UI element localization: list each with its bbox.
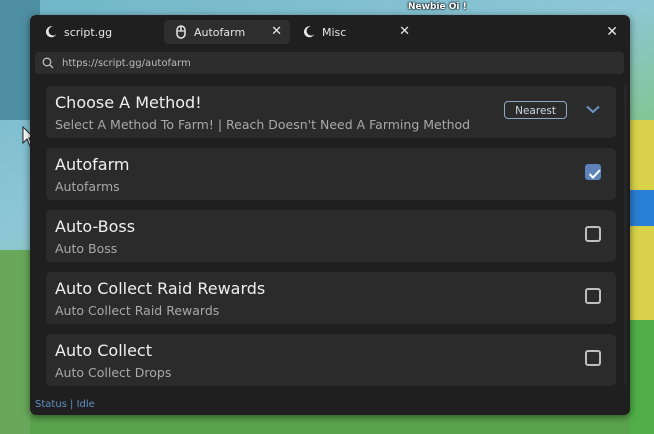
auto-collect-checkbox[interactable] — [585, 350, 601, 366]
row-subtitle: Auto Collect Raid Rewards — [55, 303, 220, 318]
row-subtitle: Select A Method To Farm! | Reach Doesn't… — [55, 117, 471, 132]
tab-label: Misc — [322, 25, 347, 39]
tab-script-gg[interactable]: script.gg — [34, 20, 162, 44]
close-icon[interactable]: ✕ — [271, 24, 282, 40]
tab-misc[interactable]: Misc ✕ — [292, 20, 418, 44]
script-window: script.gg Autofarm ✕ Misc ✕ ✕ https://sc… — [30, 15, 630, 415]
scrollbar[interactable] — [624, 85, 627, 385]
row-subtitle: Autofarms — [55, 179, 120, 194]
search-icon — [42, 57, 54, 69]
row-title: Auto-Boss — [55, 217, 136, 236]
checkmark-icon — [588, 169, 601, 179]
auto-collect-raid-rewards-checkbox[interactable] — [585, 288, 601, 304]
status-text: Status | Idle — [35, 399, 95, 410]
background-scene — [30, 414, 630, 434]
method-dropdown-value[interactable]: Nearest — [504, 101, 567, 119]
chevron-down-icon[interactable] — [586, 105, 600, 114]
url-bar — [35, 52, 624, 74]
row-title: Auto Collect Raid Rewards — [55, 279, 266, 298]
auto-boss-toggle-row[interactable]: Auto-Boss Auto Boss — [46, 210, 616, 262]
player-nametag: Newbie Oi ! — [408, 2, 467, 12]
background-scene — [628, 320, 654, 434]
mouse-icon — [176, 25, 186, 39]
autofarm-checkbox[interactable] — [585, 164, 601, 180]
method-dropdown-row[interactable]: Choose A Method! Select A Method To Farm… — [46, 86, 616, 138]
settings-list: Choose A Method! Select A Method To Farm… — [36, 81, 624, 397]
row-title: Auto Collect — [55, 341, 152, 360]
moon-icon — [45, 26, 57, 38]
background-scene — [628, 190, 654, 226]
background-scene — [0, 250, 30, 434]
row-title: Autofarm — [55, 155, 130, 174]
window-close-button[interactable]: ✕ — [606, 24, 618, 40]
autofarm-toggle-row[interactable]: Autofarm Autofarms — [46, 148, 616, 200]
row-subtitle: Auto Boss — [55, 241, 118, 256]
close-icon[interactable]: ✕ — [399, 24, 410, 40]
auto-collect-toggle-row[interactable]: Auto Collect Auto Collect Drops — [46, 334, 616, 386]
row-title: Choose A Method! — [55, 93, 202, 112]
auto-boss-checkbox[interactable] — [585, 226, 601, 242]
auto-collect-raid-rewards-toggle-row[interactable]: Auto Collect Raid Rewards Auto Collect R… — [46, 272, 616, 324]
tab-label: Autofarm — [194, 25, 246, 39]
url-input[interactable] — [62, 57, 602, 69]
moon-icon — [303, 26, 315, 38]
tab-autofarm[interactable]: Autofarm ✕ — [164, 20, 290, 44]
tab-label: script.gg — [64, 25, 113, 39]
row-subtitle: Auto Collect Drops — [55, 365, 172, 380]
tab-bar: script.gg Autofarm ✕ Misc ✕ ✕ — [30, 15, 630, 49]
